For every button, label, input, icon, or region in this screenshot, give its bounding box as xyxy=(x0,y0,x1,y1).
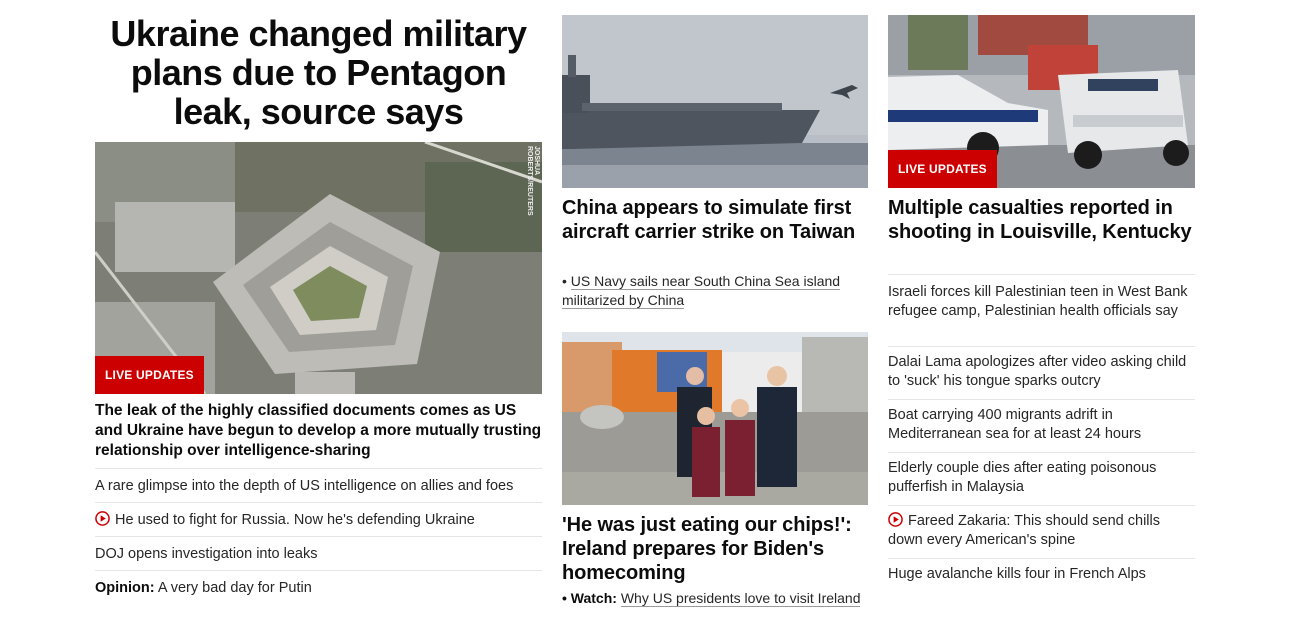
list-item[interactable]: Boat carrying 400 migrants adrift in Med… xyxy=(888,399,1195,444)
lead-headline[interactable]: Ukraine changed military plans due to Pe… xyxy=(95,14,542,131)
bullet: • xyxy=(562,273,567,289)
list-item[interactable]: Elderly couple dies after eating poisono… xyxy=(888,452,1195,497)
play-icon xyxy=(888,512,903,527)
list-item-text: Huge avalanche kills four in French Alps xyxy=(888,566,1146,582)
watch-label: • Watch: xyxy=(562,590,617,606)
list-item-text: Dalai Lama apologizes after video asking… xyxy=(888,354,1187,389)
list-item-text: Boat carrying 400 migrants adrift in Med… xyxy=(888,407,1142,442)
list-item[interactable]: Huge avalanche kills four in French Alps xyxy=(888,558,1195,584)
live-updates-badge: LIVE UPDATES xyxy=(888,150,997,188)
list-item[interactable]: A rare glimpse into the depth of US inte… xyxy=(95,468,542,496)
list-item[interactable]: Dalai Lama apologizes after video asking… xyxy=(888,346,1195,391)
list-item-text: A very bad day for Putin xyxy=(157,580,312,596)
image-credit: JOSHUA ROBERTS/REUTERS xyxy=(526,146,540,216)
opinion-label: Opinion: xyxy=(95,580,155,596)
list-item[interactable]: Opinion: A very bad day for Putin xyxy=(95,570,542,598)
list-item[interactable]: He used to fight for Russia. Now he's de… xyxy=(95,502,542,530)
biden-ireland-image[interactable] xyxy=(562,332,868,505)
aircraft-carrier-image[interactable] xyxy=(562,15,868,188)
list-item[interactable]: DOJ opens investigation into leaks xyxy=(95,536,542,564)
louisville-headline[interactable]: Multiple casualties reported in shooting… xyxy=(888,196,1195,244)
list-item-text: Elderly couple dies after eating poisono… xyxy=(888,460,1157,495)
pentagon-image[interactable]: JOSHUA ROBERTS/REUTERS LIVE UPDATES xyxy=(95,142,542,394)
list-item-text: Fareed Zakaria: This should send chills … xyxy=(888,513,1160,548)
list-item-text: Israeli forces kill Palestinian teen in … xyxy=(888,284,1188,319)
related-link-text: US Navy sails near South China Sea islan… xyxy=(562,273,841,309)
list-item-text: DOJ opens investigation into leaks xyxy=(95,546,318,562)
biden-ireland-headline[interactable]: 'He was just eating our chips!': Ireland… xyxy=(562,513,868,585)
play-icon xyxy=(95,511,110,526)
live-updates-badge: LIVE UPDATES xyxy=(95,356,204,394)
list-item[interactable]: Israeli forces kill Palestinian teen in … xyxy=(888,274,1195,321)
lead-summary[interactable]: The leak of the highly classified docume… xyxy=(95,401,542,461)
china-carrier-headline[interactable]: China appears to simulate first aircraft… xyxy=(562,196,868,244)
related-link-text: Why US presidents love to visit Ireland xyxy=(620,590,861,607)
related-link[interactable]: • Watch: Why US presidents love to visit… xyxy=(562,589,868,608)
list-item-text: He used to fight for Russia. Now he's de… xyxy=(115,512,475,528)
list-item[interactable]: Fareed Zakaria: This should send chills … xyxy=(888,505,1195,550)
related-link[interactable]: • US Navy sails near South China Sea isl… xyxy=(562,272,868,310)
list-item-text: A rare glimpse into the depth of US inte… xyxy=(95,478,514,494)
louisville-police-image[interactable]: LIVE UPDATES xyxy=(888,15,1195,188)
